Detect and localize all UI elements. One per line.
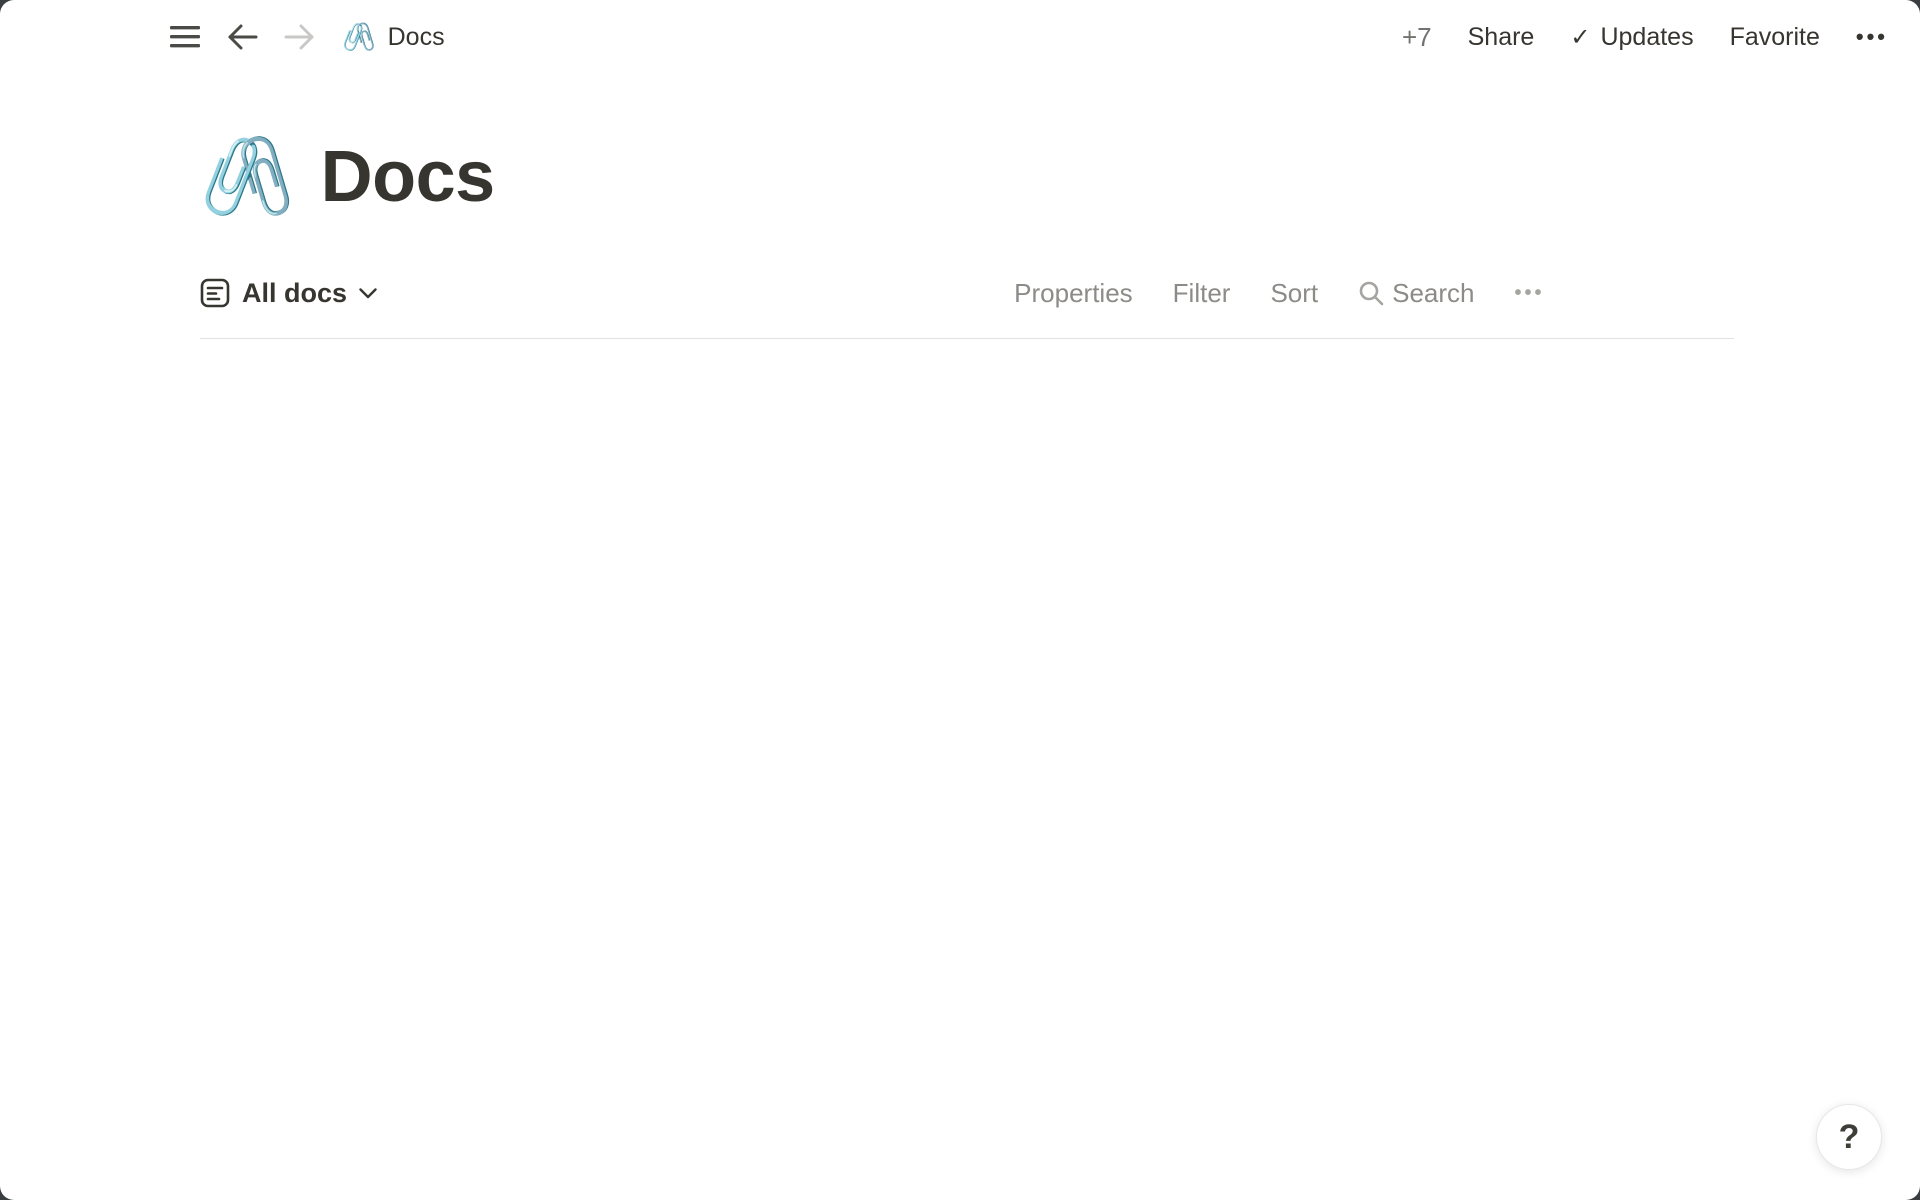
table-top-divider xyxy=(200,338,1734,339)
updates-label: Updates xyxy=(1600,23,1693,52)
page-emoji-icon: 🖇️ xyxy=(200,139,295,215)
properties-button[interactable]: Properties xyxy=(1014,278,1133,309)
zoom-window-button[interactable] xyxy=(110,27,130,47)
traffic-lights xyxy=(30,27,130,47)
breadcrumb[interactable]: Docs xyxy=(388,23,445,52)
app-window: 🖇️ Docs +7 Share ✓ Updates Favorite ••• … xyxy=(0,0,1920,1200)
forward-arrow-icon[interactable] xyxy=(284,23,316,51)
sort-button[interactable]: Sort xyxy=(1270,278,1318,309)
toolbar-actions: Properties Filter Sort Search ••• New xyxy=(1014,270,1734,317)
page-content: 🖇️ Docs All docs Properties Filter Sort … xyxy=(200,74,1734,339)
filter-button[interactable]: Filter xyxy=(1173,278,1231,309)
view-switcher[interactable]: All docs xyxy=(200,278,377,309)
view-toolbar: All docs Properties Filter Sort Search •… xyxy=(200,270,1734,316)
minimize-window-button[interactable] xyxy=(70,27,90,47)
search-icon xyxy=(1358,280,1384,306)
page-header: 🖇️ Docs xyxy=(200,74,1734,218)
new-doc-button[interactable]: New xyxy=(1585,270,1686,317)
view-label: All docs xyxy=(242,278,347,309)
search-label: Search xyxy=(1392,278,1474,309)
new-doc-dropdown-button[interactable] xyxy=(1687,270,1734,317)
window-top-bar: 🖇️ Docs +7 Share ✓ Updates Favorite ••• xyxy=(0,0,1920,74)
chevron-down-icon xyxy=(1702,288,1719,298)
toolbar-more-icon[interactable]: ••• xyxy=(1515,282,1545,305)
new-doc-button-group: New xyxy=(1585,270,1734,317)
help-button[interactable]: ? xyxy=(1816,1104,1882,1170)
search-button[interactable]: Search xyxy=(1358,278,1474,309)
breadcrumb-doc-icon: 🖇️ xyxy=(342,21,376,53)
back-arrow-icon[interactable] xyxy=(226,23,258,51)
top-bar-actions: +7 Share ✓ Updates Favorite ••• xyxy=(1368,22,1888,53)
checkmark-icon: ✓ xyxy=(1570,23,1590,52)
page-title: Docs xyxy=(321,136,495,218)
updates-button[interactable]: ✓ Updates xyxy=(1570,23,1693,52)
doc-list-icon xyxy=(200,278,230,308)
avatar-overflow-count[interactable]: +7 xyxy=(1402,22,1432,53)
chevron-down-icon xyxy=(359,288,377,299)
sidebar-menu-icon[interactable] xyxy=(170,25,200,49)
share-button[interactable]: Share xyxy=(1468,23,1535,52)
favorite-button[interactable]: Favorite xyxy=(1730,23,1820,52)
more-options-icon[interactable]: ••• xyxy=(1856,24,1888,50)
close-window-button[interactable] xyxy=(30,27,50,47)
